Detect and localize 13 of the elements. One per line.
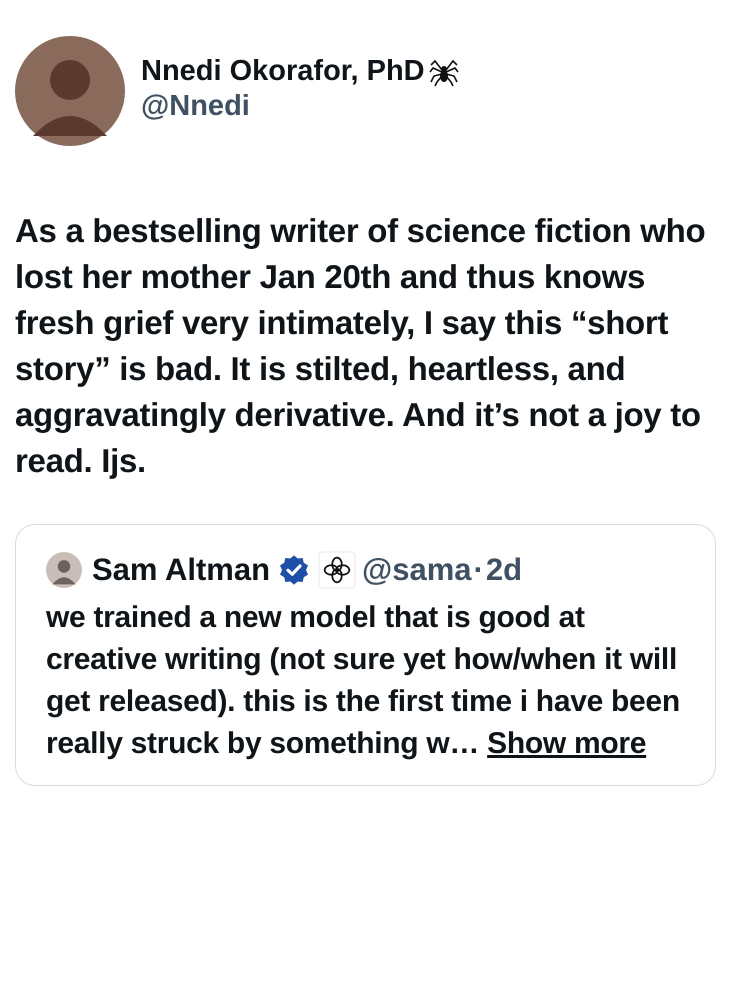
separator-dot: · bbox=[474, 552, 484, 588]
quoted-author-name[interactable]: Sam Altman bbox=[92, 552, 270, 588]
post-time: 2d bbox=[486, 552, 522, 588]
knot-logo-icon bbox=[318, 551, 356, 589]
author-handle[interactable]: @Nnedi bbox=[141, 90, 459, 123]
quoted-author-handle[interactable]: @sama bbox=[362, 552, 472, 588]
tweet-text: As a bestselling writer of science fiction who lost her mother Jan 20th and thus knows fresh grief very intimately, I say this “short story” is bad. It is stilted, heartless, and aggravatingly derivative. And it’s not a joy to read. Ijs. bbox=[15, 211, 706, 481]
author-name[interactable]: Nnedi Okorafor, PhD bbox=[141, 55, 425, 88]
avatar[interactable] bbox=[15, 36, 125, 146]
quoted-tweet-text: we trained a new model that is good at creative writing (not sure yet how/when it will get released). this is the first time i have been really struck by something w… Show more bbox=[46, 600, 681, 762]
quoted-tweet-card[interactable]: Sam Altman @sama·2d we trained a new model that is good at creative writing (not sure yet how/when it will get released). this is the first time i have been really struck by something w… Show more bbox=[15, 524, 716, 786]
avatar bbox=[46, 552, 82, 588]
show-more-link[interactable]: Show more bbox=[487, 727, 646, 760]
